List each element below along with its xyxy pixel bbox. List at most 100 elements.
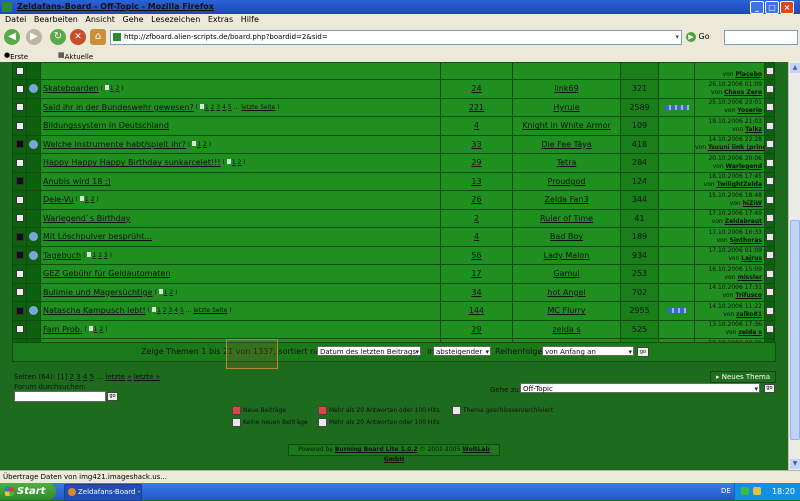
thread-last-user-link[interactable]: Warlegend — [726, 163, 762, 170]
thread-replies-link[interactable]: 24 — [471, 84, 481, 93]
thread-author-link[interactable]: link69 — [554, 84, 578, 93]
thread-last-user-link[interactable]: missler — [737, 274, 762, 281]
scroll-up-icon[interactable]: ▲ — [790, 63, 800, 73]
menu-extras[interactable]: Extras — [208, 14, 233, 26]
forum-search-go-button[interactable]: go — [107, 392, 118, 401]
bookmark-aktuelle-nachrichten[interactable]: ▦ Aktuelle Nachrichten — [58, 50, 107, 71]
url-bar[interactable]: http://zfboard.alien-scripts.de/board.ph… — [110, 30, 682, 45]
thread-title-link[interactable]: Mit Löschpulver besprüht... — [43, 232, 152, 241]
vertical-scrollbar[interactable]: ▲ ▼ — [788, 62, 800, 470]
thread-replies-link[interactable]: 221 — [469, 103, 484, 112]
thread-author-link[interactable]: Die Fee Táya — [541, 140, 592, 149]
thread-title-link[interactable]: Skateboarden — [43, 84, 99, 93]
thread-page-link[interactable]: 2 — [211, 104, 215, 111]
thread-replies-link[interactable]: 33 — [471, 140, 481, 149]
thread-last-user-link[interactable]: zelda s — [738, 329, 762, 336]
thread-title-link[interactable]: Welche Instrumente habt/spielt ihr? — [43, 140, 186, 149]
thread-title-link[interactable]: Dele-Vu — [43, 195, 74, 204]
thread-page-link[interactable]: 1 — [157, 307, 161, 314]
thread-page-link[interactable]: 3 — [104, 252, 108, 259]
language-indicator[interactable]: DE — [721, 483, 731, 500]
reload-icon[interactable]: ↻ — [50, 29, 66, 45]
thread-title-link[interactable]: Bildungssystem in Deutschland — [43, 121, 169, 130]
menu-datei[interactable]: Datei — [5, 14, 26, 26]
thread-author-link[interactable]: Hyrule — [553, 103, 579, 112]
thread-author-link[interactable]: Zelda Fan3 — [544, 195, 588, 204]
thread-title-link[interactable]: Fam Prob. — [43, 325, 82, 334]
go-button[interactable]: ▶ Go — [686, 30, 710, 44]
thread-replies-link[interactable]: 4 — [474, 232, 479, 241]
goto-last-post-icon[interactable] — [765, 269, 774, 278]
thread-page-link[interactable]: 1 — [94, 326, 98, 333]
thread-page-link[interactable]: 2 — [116, 85, 120, 92]
thread-last-user-link[interactable]: Yoserio — [737, 107, 762, 114]
thread-last-user-link[interactable]: Placebo — [735, 71, 762, 78]
jump-go-button[interactable]: go — [764, 384, 775, 393]
thread-title-link[interactable]: Happy Happy Happy Birthday sunkarcelet!!… — [43, 158, 221, 167]
thread-title-link[interactable]: Bulimie und Magersüchtige — [43, 288, 152, 297]
thread-author-link[interactable]: Bad Boy — [550, 232, 583, 241]
pagination-link[interactable]: 5 — [90, 373, 94, 381]
taskbar-item-firefox[interactable]: Zeldafans-Board - Of... — [64, 484, 142, 501]
web-search-input[interactable] — [724, 30, 798, 45]
pagination-last[interactable]: letzte » — [134, 373, 160, 381]
goto-last-post-icon[interactable] — [765, 140, 774, 149]
thread-replies-link[interactable]: 56 — [471, 251, 481, 260]
thread-page-link[interactable]: 2 — [98, 252, 102, 259]
goto-last-post-icon[interactable] — [765, 214, 774, 223]
volume-icon[interactable] — [753, 487, 761, 495]
thread-page-link[interactable]: 2 — [99, 326, 103, 333]
sort-by-select[interactable]: Datum des letzten Beitrags — [317, 346, 421, 357]
thread-last-user-link[interactable]: Trifusco — [735, 292, 762, 299]
thread-page-link[interactable]: 2 — [238, 159, 242, 166]
thread-title-link[interactable]: Tagebuch — [43, 251, 81, 260]
thread-replies-link[interactable]: 4 — [474, 121, 479, 130]
goto-last-post-icon[interactable] — [765, 67, 774, 75]
forum-search-input[interactable] — [14, 391, 106, 402]
network-icon[interactable] — [741, 487, 749, 495]
scroll-down-icon[interactable]: ▼ — [790, 459, 800, 469]
close-button[interactable]: × — [780, 1, 794, 14]
menu-ansicht[interactable]: Ansicht — [85, 14, 115, 26]
goto-last-post-icon[interactable] — [765, 195, 774, 204]
thread-replies-link[interactable]: 2 — [474, 214, 479, 223]
thread-last-user-link[interactable]: Talkz — [745, 126, 762, 133]
thread-title-link[interactable]: Natascha Kampusch lebt! — [43, 306, 146, 315]
pagination-link[interactable]: 2 — [70, 373, 74, 381]
thread-replies-link[interactable]: 17 — [471, 269, 481, 278]
thread-replies-link[interactable]: 144 — [469, 306, 484, 315]
goto-last-post-icon[interactable] — [765, 232, 774, 241]
thread-title-link[interactable]: Warlegend`s Birthday — [43, 214, 131, 223]
thread-replies-link[interactable]: 26 — [471, 195, 481, 204]
goto-last-post-icon[interactable] — [765, 84, 774, 93]
maximize-button[interactable]: □ — [765, 1, 779, 14]
thread-page-link[interactable]: 5 — [228, 104, 232, 111]
goto-last-post-icon[interactable] — [765, 251, 774, 260]
thread-page-link[interactable]: 1 — [92, 252, 96, 259]
thread-page-link[interactable]: 2 — [203, 141, 207, 148]
thread-title-link[interactable]: Said ihr in der Bundeswehr gewesen? — [43, 103, 194, 112]
thread-page-link[interactable]: 2 — [169, 289, 173, 296]
thread-page-link[interactable]: 1 — [110, 85, 114, 92]
page-content[interactable]: von Placebo Skateboarden( 1 2 ) 24 link69 32… — [0, 62, 788, 470]
home-icon[interactable]: ⌂ — [90, 29, 106, 45]
start-button[interactable]: Start — [0, 483, 56, 500]
sort-go-button[interactable]: go — [637, 347, 649, 357]
thread-replies-link[interactable]: 29 — [471, 325, 481, 334]
menu-bearbeiten[interactable]: Bearbeiten — [34, 14, 78, 26]
goto-last-post-icon[interactable] — [765, 103, 774, 112]
thread-author-link[interactable]: Knight in White Armor — [522, 121, 611, 130]
goto-last-post-icon[interactable] — [765, 325, 774, 334]
thread-page-link[interactable]: 2 — [91, 196, 95, 203]
thread-last-user-link[interactable]: hiZiW — [743, 200, 762, 207]
goto-last-post-icon[interactable] — [765, 177, 774, 186]
thread-page-link[interactable]: 1 — [232, 159, 236, 166]
thread-page-link[interactable]: 3 — [168, 307, 172, 314]
thread-last-user-link[interactable]: Tsuuni link (prince) — [708, 144, 764, 151]
menu-gehe[interactable]: Gehe — [122, 14, 143, 26]
thread-page-link[interactable]: 1 — [205, 104, 209, 111]
pagination-link[interactable]: 4 — [83, 373, 87, 381]
pagination-link[interactable]: 3 — [76, 373, 80, 381]
thread-last-user-link[interactable]: Sinthoras — [730, 237, 763, 244]
forward-arrow-icon[interactable]: ▶ — [26, 29, 42, 45]
